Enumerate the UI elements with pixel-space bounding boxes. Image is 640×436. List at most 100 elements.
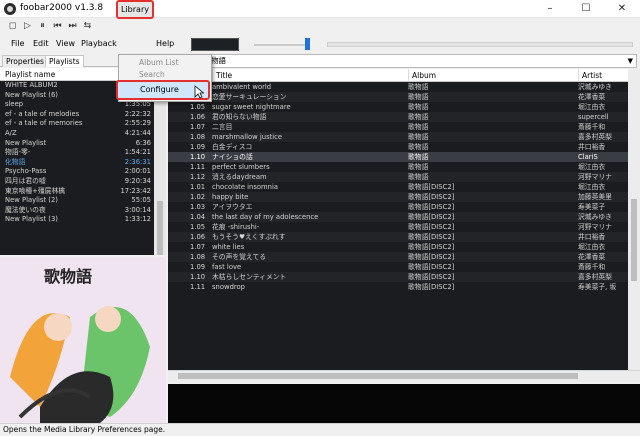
track-title: 白金ディスコ	[212, 143, 253, 151]
maximize-button[interactable]: ☐	[568, 0, 604, 18]
next-icon[interactable]: ⏭	[66, 20, 79, 33]
track-row[interactable]: 1.05 花痕 -shirushi- 歌物語[DISC2] 河野マリナ	[168, 222, 628, 232]
track-album: 歌物語[DISC2]	[408, 243, 455, 251]
menu-library[interactable]: Library	[116, 0, 154, 19]
playlist-item[interactable]: A/Z 4:21:44	[0, 129, 154, 139]
track-album: 歌物語[DISC2]	[408, 203, 455, 211]
play-icon[interactable]: ▷	[21, 20, 34, 33]
playlist-combo[interactable]: 物語 ▼	[168, 54, 637, 68]
playlist-item-duration: 1:33:12	[124, 215, 151, 224]
seek-bar[interactable]	[327, 42, 633, 47]
minimize-button[interactable]: –	[532, 0, 568, 18]
playlist-item-name: 四月は君の嘘	[5, 176, 46, 185]
playlist-item-name: WHITE ALBUM2	[5, 81, 58, 89]
track-number: 1.08	[190, 253, 206, 261]
track-row[interactable]: 1.08 その声を覚えてる 歌物語[DISC2] 花澤香菜	[168, 252, 628, 262]
volume-slider[interactable]	[254, 44, 310, 46]
track-row[interactable]: 1.04 the last day of my adolescence 歌物語[DI…	[168, 212, 628, 222]
track-album: 歌物語	[408, 103, 429, 111]
previous-icon[interactable]: ⏮	[51, 20, 64, 33]
track-row[interactable]: 1.06 もうそう♥えくすぷれす 歌物語[DISC2] 井口裕香	[168, 232, 628, 242]
track-row[interactable]: 1.05 sugar sweet nightmare 歌物語 堀江由衣	[168, 102, 628, 112]
pause-icon[interactable]: ⏸	[36, 20, 49, 33]
status-bar: Opens the Media Library Preferences page…	[0, 423, 640, 436]
track-row[interactable]: 1.11 snowdrop 歌物語[DISC2] 寿美菜子, 坂	[168, 282, 628, 292]
column-title[interactable]: Title	[212, 69, 408, 82]
playlist-item[interactable]: New Playlist 6:36	[0, 139, 154, 149]
tab-playlists[interactable]: Playlists	[45, 55, 84, 67]
playlist-item[interactable]: 化物語 2:36:31	[0, 158, 154, 168]
menu-view[interactable]: View	[56, 39, 75, 48]
track-row[interactable]: 1.07 white lies 歌物語[DISC2] 堀江由衣	[168, 242, 628, 252]
playlist-item[interactable]: 東京喰種+殭屍林檎 17:23:42	[0, 187, 154, 197]
track-number: 1.09	[190, 143, 206, 151]
playlist-item[interactable]: 魔法使いの夜 3:00:14	[0, 206, 154, 216]
album-art-title: 歌物語	[44, 267, 93, 286]
playlist-combo-value: 物語	[211, 56, 226, 65]
track-album: 歌物語[DISC2]	[408, 223, 455, 231]
track-row[interactable]: ambivalent world 歌物語 沢城みゆき	[168, 82, 628, 92]
playlist-item[interactable]: 四月は君の嘘 9:20:34	[0, 177, 154, 187]
playlist-item[interactable]: ef - a tale of melodies 2:22:32	[0, 110, 154, 120]
track-row[interactable]: 1.02 happy bite 歌物語[DISC2] 加藤英美里	[168, 192, 628, 202]
playlist-item[interactable]: New Playlist (3) 1:33:12	[0, 215, 154, 225]
track-row[interactable]: 1.10 木枯らしセンティメント 歌物語[DISC2] 喜多村英梨	[168, 272, 628, 282]
track-album: 歌物語	[408, 133, 429, 141]
track-row[interactable]: 1.09 fast love 歌物語[DISC2] 斎藤千和	[168, 262, 628, 272]
playlist-item[interactable]: New Playlist (2) 55:05	[0, 196, 154, 206]
playlist-item[interactable]: Psycho-Pass 2:00:01	[0, 167, 154, 177]
track-number: 1.12	[190, 173, 206, 181]
playlist-item[interactable]: 物語-零- 1:54:21	[0, 148, 154, 158]
column-artist[interactable]: Artist	[578, 69, 628, 82]
chevron-down-icon[interactable]: ▼	[628, 55, 633, 67]
track-number: 1.05	[190, 103, 206, 111]
column-album[interactable]: Album	[408, 69, 578, 82]
menu-file[interactable]: File	[11, 39, 24, 48]
playlist-item-name: New Playlist	[5, 138, 47, 147]
track-title: marshmallow justice	[212, 133, 283, 141]
track-artist: 喜多村英梨	[578, 273, 612, 281]
playlist-scrollbar-thumb[interactable]	[157, 201, 163, 255]
playlist-item-duration: 9:20:34	[124, 176, 151, 185]
menu-help[interactable]: Help	[156, 39, 174, 48]
menu-edit[interactable]: Edit	[33, 39, 49, 48]
stop-icon[interactable]: ◻	[6, 20, 19, 33]
track-album: 歌物語[DISC2]	[408, 233, 455, 241]
track-album: 歌物語[DISC2]	[408, 193, 455, 201]
track-row[interactable]: 1.12 消えるdaydream 歌物語 河野マリナ	[168, 172, 628, 182]
track-row[interactable]: 1.11 perfect slumbers 歌物語 堀江由衣	[168, 162, 628, 172]
playlist-item[interactable]: ef - a tale of memories 2:55:29	[0, 119, 154, 129]
track-title: sugar sweet nightmare	[212, 103, 291, 111]
track-title: snowdrop	[212, 283, 245, 291]
track-album: 歌物語	[408, 173, 429, 181]
track-row[interactable]: 恋愛サーキュレーション 歌物語 花澤香菜	[168, 92, 628, 102]
tab-properties[interactable]: Properties	[2, 55, 48, 67]
album-art: 歌物語	[0, 257, 166, 423]
visualization-box	[191, 38, 239, 51]
track-row[interactable]: 1.09 白金ディスコ 歌物語 井口裕香	[168, 142, 628, 152]
track-artist: 斎藤千和	[578, 263, 606, 271]
track-vertical-scrollbar-thumb[interactable]	[631, 199, 637, 281]
track-row[interactable]: 1.01 chocolate insomnia 歌物語[DISC2] 堀江由衣	[168, 182, 628, 192]
track-title: 二言目	[212, 123, 233, 131]
track-row[interactable]: 1.07 二言目 歌物語 斎藤千和	[168, 122, 628, 132]
track-row[interactable]: 1.03 アイヲウタエ 歌物語[DISC2] 寿美菜子	[168, 202, 628, 212]
track-title: ambivalent world	[212, 83, 272, 91]
track-album: 歌物語[DISC2]	[408, 263, 455, 271]
playlist-item-name: New Playlist (2)	[5, 196, 58, 205]
menu-playback[interactable]: Playback	[81, 39, 117, 48]
track-artist: 井口裕香	[578, 143, 606, 151]
track-album: 歌物語	[408, 113, 429, 121]
close-button[interactable]: ✕	[604, 0, 640, 18]
track-row[interactable]: 1.10 ナイショの話 歌物語 ClariS	[168, 152, 628, 162]
track-title: その声を覚えてる	[212, 253, 267, 261]
track-artist: 沢城みゆき	[578, 83, 612, 91]
track-number: 1.07	[190, 243, 206, 251]
volume-slider-thumb[interactable]	[305, 38, 310, 50]
random-icon[interactable]: ⇆	[81, 20, 94, 33]
track-horizontal-scrollbar-thumb[interactable]	[178, 373, 578, 379]
track-row[interactable]: 1.08 marshmallow justice 歌物語 喜多村英梨	[168, 132, 628, 142]
track-artist: 加藤英美里	[578, 193, 612, 201]
track-row[interactable]: 1.06 君の知らない物語 歌物語 supercell	[168, 112, 628, 122]
track-title: 花痕 -shirushi-	[212, 223, 260, 231]
